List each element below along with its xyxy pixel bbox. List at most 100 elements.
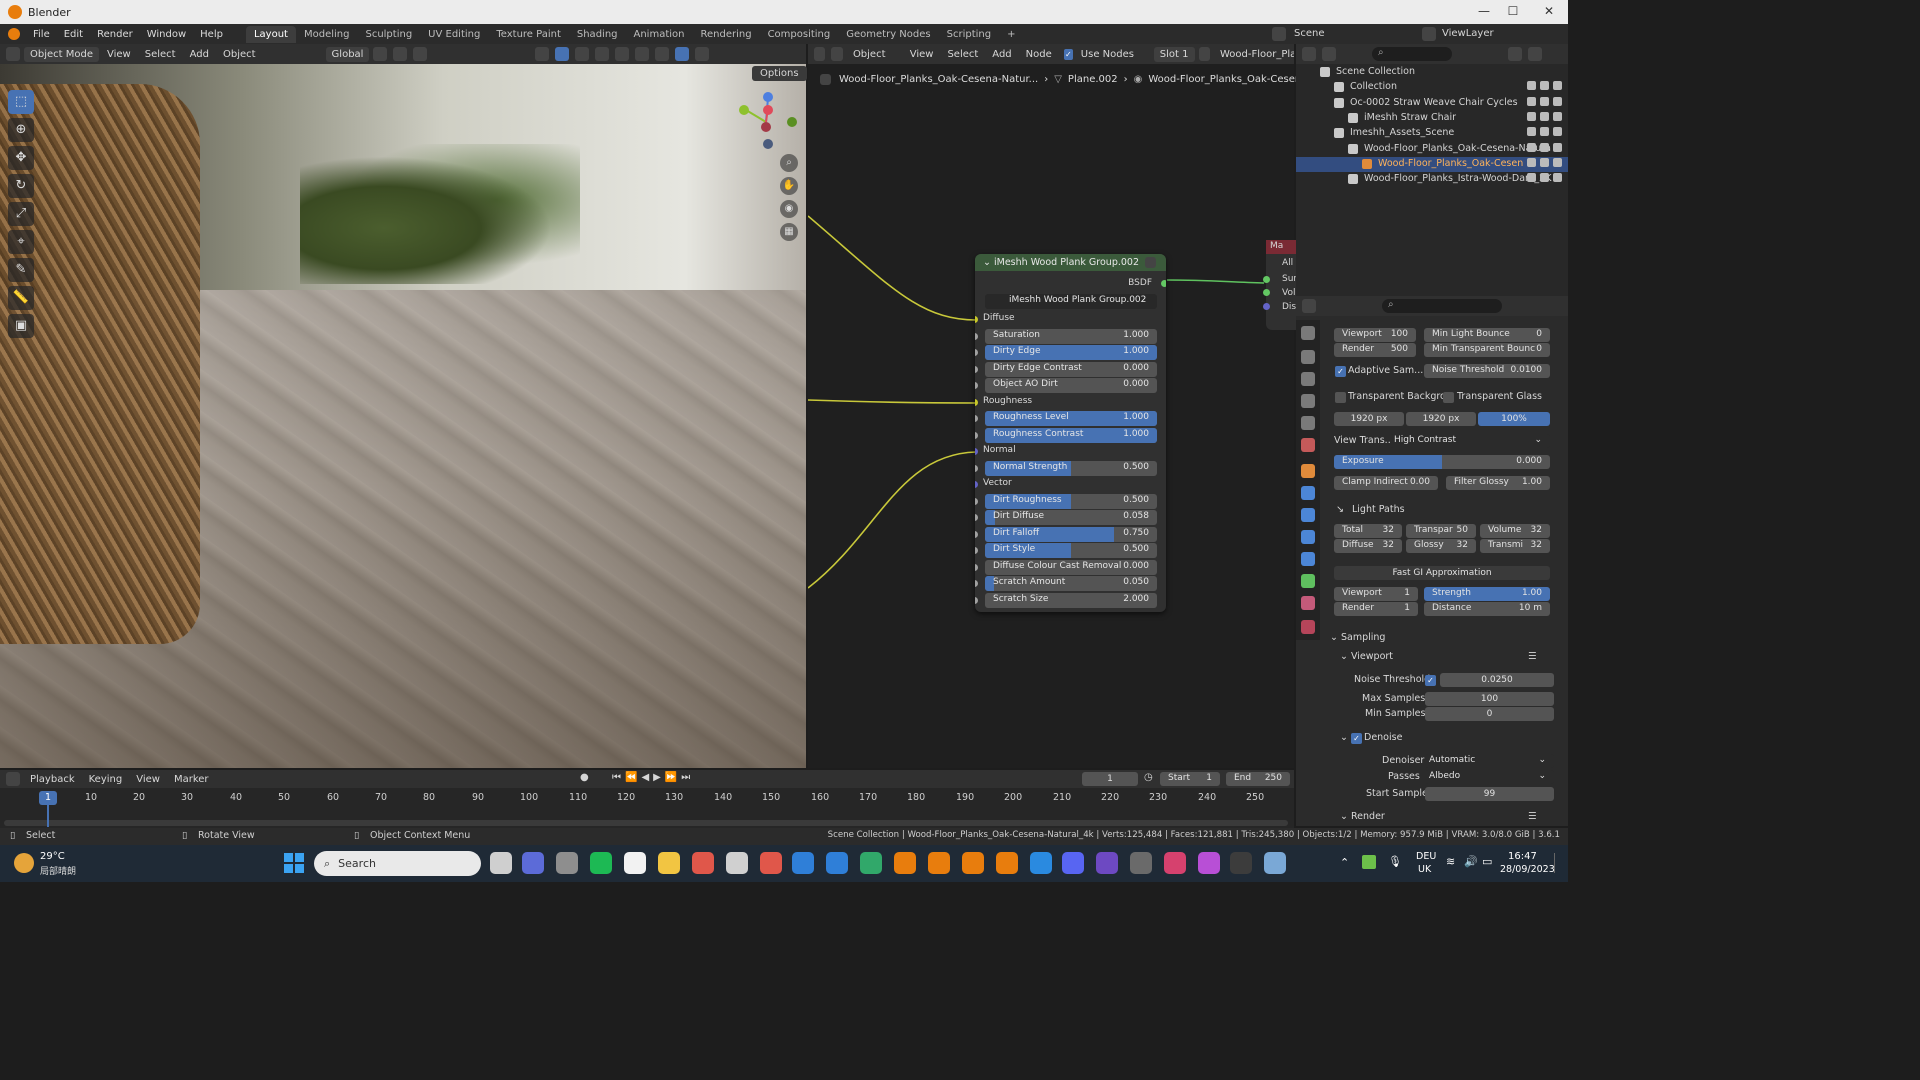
node-slider[interactable]: Roughness Level 1.000 bbox=[985, 411, 1157, 426]
input-socket[interactable] bbox=[975, 464, 978, 472]
photoshop-icon[interactable] bbox=[792, 852, 814, 874]
volume-bounces-field[interactable]: Volume 32 bbox=[1480, 524, 1550, 538]
render-section-chevron-icon[interactable]: ⌄ bbox=[1340, 811, 1348, 822]
render-presets-list-icon[interactable]: ☰ bbox=[1528, 811, 1537, 822]
zoom-icon[interactable]: ⌕ bbox=[780, 154, 798, 172]
wood-plank-group-node[interactable]: ⌄ iMeshh Wood Plank Group.002 BSDF iMesh… bbox=[975, 254, 1166, 612]
camera-view-icon[interactable]: ◉ bbox=[780, 200, 798, 218]
timeline-menu-keying[interactable]: Keying bbox=[83, 772, 129, 787]
viewport-menu-object[interactable]: Object bbox=[217, 47, 262, 62]
gi-viewport-field[interactable]: Viewport 1 bbox=[1334, 587, 1418, 601]
wifi-icon[interactable]: ≋ bbox=[1446, 855, 1455, 868]
settings-icon[interactable] bbox=[1264, 852, 1286, 874]
input-socket[interactable] bbox=[975, 481, 978, 488]
render-subpanel-header[interactable]: Render bbox=[1351, 811, 1385, 822]
sync-icon[interactable] bbox=[726, 852, 748, 874]
particles-tab-icon[interactable] bbox=[1301, 508, 1315, 522]
fast-gi-button[interactable]: Fast GI Approximation bbox=[1334, 566, 1550, 580]
viewport-menu-select[interactable]: Select bbox=[139, 47, 182, 62]
tab-layout[interactable]: Layout bbox=[245, 25, 296, 43]
tray-overflow-icon[interactable]: ⌃ bbox=[1340, 856, 1349, 869]
surface-socket[interactable] bbox=[1263, 276, 1270, 283]
blender-d-icon[interactable] bbox=[996, 852, 1018, 874]
node-slider[interactable]: Normal Strength 0.500 bbox=[985, 460, 1157, 476]
denoise-checkbox[interactable]: ✓ bbox=[1351, 733, 1362, 744]
transform-orientation-dropdown[interactable]: Global bbox=[325, 46, 370, 62]
meet-icon[interactable] bbox=[522, 852, 544, 874]
gi-render-field[interactable]: Render 1 bbox=[1334, 602, 1418, 616]
camera-render-icon[interactable] bbox=[1553, 157, 1562, 167]
playback-controls[interactable]: ⏮⏪◀▶⏩⏭ bbox=[612, 772, 694, 783]
tab-rendering[interactable]: Rendering bbox=[692, 26, 759, 43]
glossy-bounces-field[interactable]: Glossy 32 bbox=[1406, 539, 1476, 553]
shading-rendered-icon[interactable] bbox=[675, 47, 690, 61]
current-frame-field[interactable]: 1 bbox=[1082, 772, 1138, 786]
minimize-icon[interactable]: — bbox=[1476, 4, 1492, 18]
render-tab-icon[interactable] bbox=[1301, 350, 1315, 364]
noise-threshold-field[interactable]: Noise Threshold 0.0100 bbox=[1424, 364, 1550, 378]
camera-render-icon[interactable] bbox=[1553, 96, 1562, 106]
input-socket[interactable] bbox=[975, 596, 978, 604]
show-desktop-button[interactable] bbox=[1554, 853, 1562, 873]
exclude-checkbox-icon[interactable] bbox=[1527, 81, 1536, 91]
gizmo-toggle-icon[interactable] bbox=[555, 47, 570, 61]
timeline-menu-playback[interactable]: Playback bbox=[24, 772, 81, 787]
start-frame-field[interactable]: Start 1 bbox=[1160, 772, 1220, 786]
diffuse-bounces-field[interactable]: Diffuse 32 bbox=[1334, 539, 1402, 553]
blender-b-icon[interactable] bbox=[928, 852, 950, 874]
exposure-slider[interactable]: Exposure 0.000 bbox=[1334, 455, 1550, 469]
input-socket[interactable] bbox=[975, 316, 978, 323]
resolution-percent-field[interactable]: 100% bbox=[1478, 412, 1550, 426]
outliner-row[interactable]: Wood-Floor_Planks_Oak-Cesena-Natura bbox=[1296, 142, 1568, 157]
shading-wire-icon[interactable] bbox=[615, 47, 630, 61]
exclude-checkbox-icon[interactable] bbox=[1527, 96, 1536, 106]
shader-type-dropdown[interactable]: Object bbox=[847, 47, 892, 62]
slot-dropdown[interactable]: Slot 1 bbox=[1153, 46, 1195, 62]
menu-file[interactable]: File bbox=[26, 29, 57, 40]
rotate-tool-icon[interactable]: ↻ bbox=[8, 174, 34, 198]
node-menu-add[interactable]: Add bbox=[986, 47, 1017, 62]
transparent-glass-checkbox[interactable] bbox=[1443, 392, 1454, 403]
overlay-icon[interactable] bbox=[575, 47, 590, 61]
vscode-icon[interactable] bbox=[1030, 852, 1052, 874]
battery-icon[interactable]: ▭ bbox=[1482, 855, 1492, 868]
input-socket[interactable] bbox=[975, 382, 978, 389]
data-tab-icon[interactable] bbox=[1301, 574, 1315, 588]
outliner-search-input[interactable]: ⌕ bbox=[1372, 47, 1452, 61]
tab-geometry-nodes[interactable]: Geometry Nodes bbox=[838, 26, 938, 43]
maximize-icon[interactable]: ☐ bbox=[1505, 4, 1521, 18]
tray-app-icon[interactable] bbox=[1362, 855, 1376, 869]
instagram-icon[interactable] bbox=[1164, 852, 1186, 874]
clock-date[interactable]: 28/09/2023 bbox=[1500, 864, 1555, 875]
denoiser-dropdown[interactable]: Automatic ⌄ bbox=[1425, 754, 1554, 768]
node-slider[interactable]: Dirt Falloff 0.750 bbox=[985, 526, 1157, 542]
end-frame-field[interactable]: End 250 bbox=[1226, 772, 1290, 786]
view-transform-dropdown[interactable]: High Contrast ⌄ bbox=[1390, 434, 1550, 448]
close-icon[interactable]: ✕ bbox=[1541, 4, 1557, 18]
camera-render-icon[interactable] bbox=[1553, 111, 1562, 121]
material-output-target[interactable]: All bbox=[1266, 254, 1296, 268]
min-transparent-bounce-field[interactable]: Min Transparent Bounc 0 bbox=[1424, 343, 1550, 357]
outliner-type-icon[interactable] bbox=[1302, 47, 1316, 61]
tab-compositing[interactable]: Compositing bbox=[760, 26, 839, 43]
volume-socket[interactable] bbox=[1263, 289, 1270, 296]
tab-shading[interactable]: Shading bbox=[569, 26, 626, 43]
node-slider[interactable]: Roughness Contrast 1.000 bbox=[985, 427, 1157, 443]
vp-noise-threshold-checkbox[interactable]: ✓ bbox=[1425, 675, 1436, 686]
input-socket[interactable] bbox=[975, 580, 978, 587]
view-layer-tab-icon[interactable] bbox=[1301, 394, 1315, 408]
input-socket[interactable] bbox=[975, 514, 978, 521]
node-editor-type-icon[interactable] bbox=[814, 47, 826, 61]
add-cube-tool-icon[interactable]: ▣ bbox=[8, 314, 34, 338]
blender-menu-icon[interactable] bbox=[8, 28, 20, 40]
bsdf-output-socket[interactable] bbox=[1161, 280, 1166, 287]
gi-distance-field[interactable]: Distance 10 m bbox=[1424, 602, 1550, 616]
mode-dropdown[interactable]: Object Mode bbox=[24, 46, 99, 62]
gi-strength-field[interactable]: Strength 1.00 bbox=[1424, 587, 1550, 601]
move-tool-icon[interactable]: ✥ bbox=[8, 146, 34, 170]
node-slider[interactable]: Dirt Roughness 0.500 bbox=[985, 493, 1157, 509]
outliner-row[interactable]: Oc-0002 Straw Weave Chair Cycles bbox=[1296, 96, 1568, 111]
exclude-checkbox-icon[interactable] bbox=[1527, 127, 1536, 137]
cursor-tool-icon[interactable]: ⊕ bbox=[8, 118, 34, 142]
timeline-menu-marker[interactable]: Marker bbox=[168, 772, 215, 787]
